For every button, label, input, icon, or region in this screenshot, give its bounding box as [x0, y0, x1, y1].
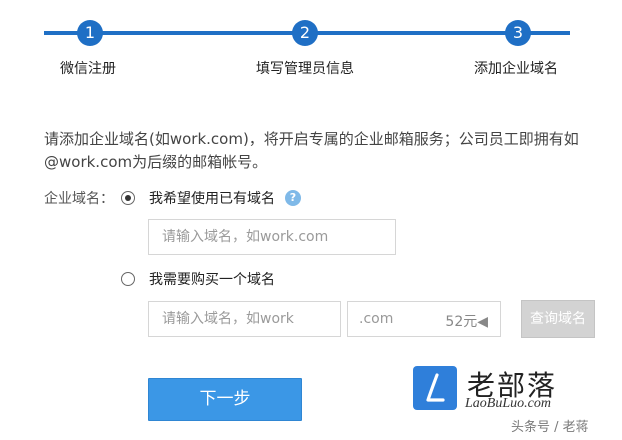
question-icon[interactable]: ? [285, 190, 301, 206]
step-1-indicator: 1 [77, 20, 103, 46]
author-credit: 头条号 / 老蒋 [511, 420, 589, 435]
step-1-label: 微信注册 [60, 61, 116, 77]
progress-stepper: 1 2 3 微信注册 填写管理员信息 添加企业域名 [0, 0, 622, 90]
laobuluo-logo [413, 366, 457, 410]
existing-domain-input[interactable] [148, 219, 396, 255]
domain-suffix-value: .com [359, 311, 394, 327]
buy-domain-input[interactable] [148, 301, 341, 337]
query-domain-button[interactable]: 查询域名 [521, 300, 595, 338]
logo-l-icon [426, 373, 445, 402]
step-2-indicator: 2 [292, 20, 318, 46]
option-existing-domain-label[interactable]: 我希望使用已有域名 [149, 188, 275, 208]
step-3-label: 添加企业域名 [474, 61, 558, 77]
option-buy-domain-label[interactable]: 我需要购买一个域名 [149, 269, 275, 289]
intro-description: 请添加企业域名(如work.com)，将开启专属的企业邮箱服务；公司员工即拥有如… [44, 130, 579, 171]
domain-field-label: 企业域名： [44, 191, 114, 207]
radio-existing-domain[interactable] [121, 191, 135, 205]
radio-buy-domain[interactable] [121, 272, 135, 286]
logo-url: LaoBuLuo.com [465, 396, 551, 411]
next-step-button[interactable]: 下一步 [148, 378, 302, 421]
step-2-label: 填写管理员信息 [256, 61, 354, 77]
step-3-indicator: 3 [505, 20, 531, 46]
domain-price: 52元◀ [445, 314, 488, 330]
domain-suffix-select[interactable]: .com 52元◀ [347, 301, 501, 337]
